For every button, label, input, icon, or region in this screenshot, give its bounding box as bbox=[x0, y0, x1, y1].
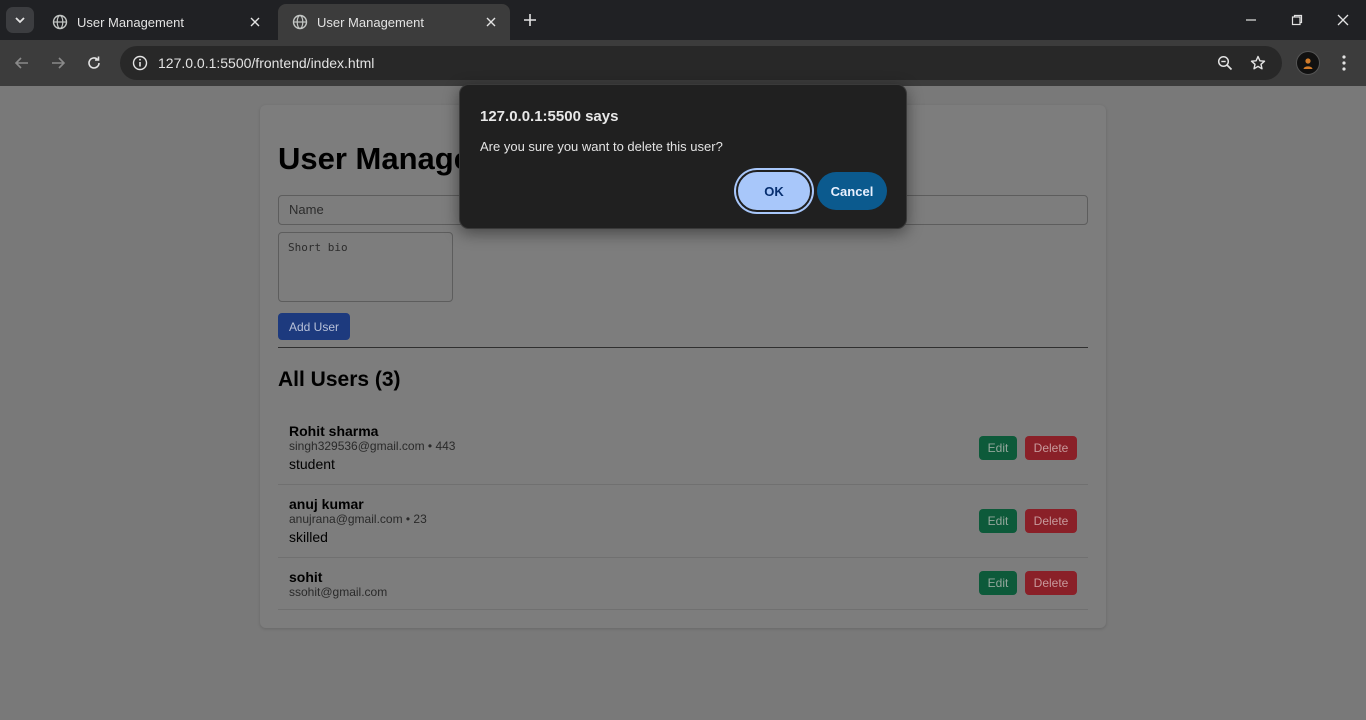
bookmark-star-icon[interactable] bbox=[1247, 52, 1269, 74]
profile-avatar[interactable] bbox=[1296, 51, 1320, 75]
close-window-button[interactable] bbox=[1331, 8, 1355, 32]
divider bbox=[278, 347, 1088, 348]
arrow-right-icon bbox=[52, 57, 66, 69]
back-button[interactable] bbox=[10, 51, 34, 75]
address-bar[interactable]: 127.0.0.1:5500/frontend/index.html bbox=[120, 46, 1282, 80]
site-info-icon[interactable] bbox=[128, 51, 152, 75]
user-name: Rohit sharma bbox=[289, 423, 379, 439]
arrow-left-icon bbox=[14, 57, 28, 69]
new-tab-button[interactable] bbox=[519, 9, 541, 31]
edit-user-button[interactable]: Edit bbox=[979, 436, 1017, 460]
close-tab-icon[interactable] bbox=[246, 13, 264, 31]
user-email-age: anujrana@gmail.com • 23 bbox=[289, 512, 427, 526]
tab-title: User Management bbox=[317, 14, 424, 30]
bio-textarea[interactable]: Short bio bbox=[278, 232, 453, 302]
user-email-age: ssohit@gmail.com bbox=[289, 585, 388, 599]
users-list-title: All Users (3) bbox=[278, 368, 401, 391]
zoom-icon[interactable] bbox=[1214, 52, 1236, 74]
minimize-button[interactable] bbox=[1239, 8, 1263, 32]
dialog-message: Are you sure you want to delete this use… bbox=[480, 139, 723, 154]
close-icon bbox=[1337, 14, 1349, 26]
delete-user-button[interactable]: Delete bbox=[1025, 436, 1077, 460]
delete-user-button[interactable]: Delete bbox=[1025, 571, 1077, 595]
url-text[interactable]: 127.0.0.1:5500/frontend/index.html bbox=[158, 55, 374, 71]
user-list-item: Rohit sharma singh329536@gmail.com • 443… bbox=[278, 412, 1088, 485]
dialog-title: 127.0.0.1:5500 says bbox=[480, 108, 619, 125]
browser-menu-button[interactable] bbox=[1332, 51, 1356, 75]
chevron-down-icon bbox=[15, 17, 25, 24]
cancel-button[interactable]: Cancel bbox=[817, 172, 887, 210]
ok-button[interactable]: OK bbox=[736, 170, 812, 212]
restore-button[interactable] bbox=[1285, 8, 1309, 32]
user-list-item: sohit ssohit@gmail.com Edit Delete bbox=[278, 558, 1088, 610]
kebab-menu-icon bbox=[1342, 55, 1346, 71]
user-list-item: anuj kumar anujrana@gmail.com • 23 skill… bbox=[278, 485, 1088, 558]
restore-icon bbox=[1291, 14, 1303, 26]
tab-title: User Management bbox=[77, 14, 184, 30]
user-email-age: singh329536@gmail.com • 443 bbox=[289, 439, 456, 453]
close-tab-icon[interactable] bbox=[482, 13, 500, 31]
reload-button[interactable] bbox=[82, 51, 106, 75]
reload-icon bbox=[88, 56, 100, 69]
confirm-dialog: 127.0.0.1:5500 says Are you sure you wan… bbox=[459, 84, 907, 229]
tab-search-button[interactable] bbox=[6, 7, 34, 33]
edit-user-button[interactable]: Edit bbox=[979, 571, 1017, 595]
avatar-icon bbox=[1303, 58, 1313, 69]
browser-toolbar: 127.0.0.1:5500/frontend/index.html bbox=[0, 40, 1366, 86]
minimize-icon bbox=[1246, 19, 1256, 21]
browser-tab[interactable]: User Management bbox=[38, 4, 274, 40]
plus-icon bbox=[524, 14, 536, 26]
browser-tab-active[interactable]: User Management bbox=[278, 4, 510, 40]
globe-icon bbox=[52, 14, 68, 30]
forward-button[interactable] bbox=[46, 51, 70, 75]
user-bio: student bbox=[289, 456, 335, 472]
user-name: sohit bbox=[289, 569, 323, 585]
delete-user-button[interactable]: Delete bbox=[1025, 509, 1077, 533]
add-user-button[interactable]: Add User bbox=[278, 313, 350, 340]
user-bio: skilled bbox=[289, 529, 328, 545]
globe-icon bbox=[292, 14, 308, 30]
edit-user-button[interactable]: Edit bbox=[979, 509, 1017, 533]
browser-tab-bar: User Management User Management bbox=[0, 0, 1366, 40]
user-name: anuj kumar bbox=[289, 496, 364, 512]
